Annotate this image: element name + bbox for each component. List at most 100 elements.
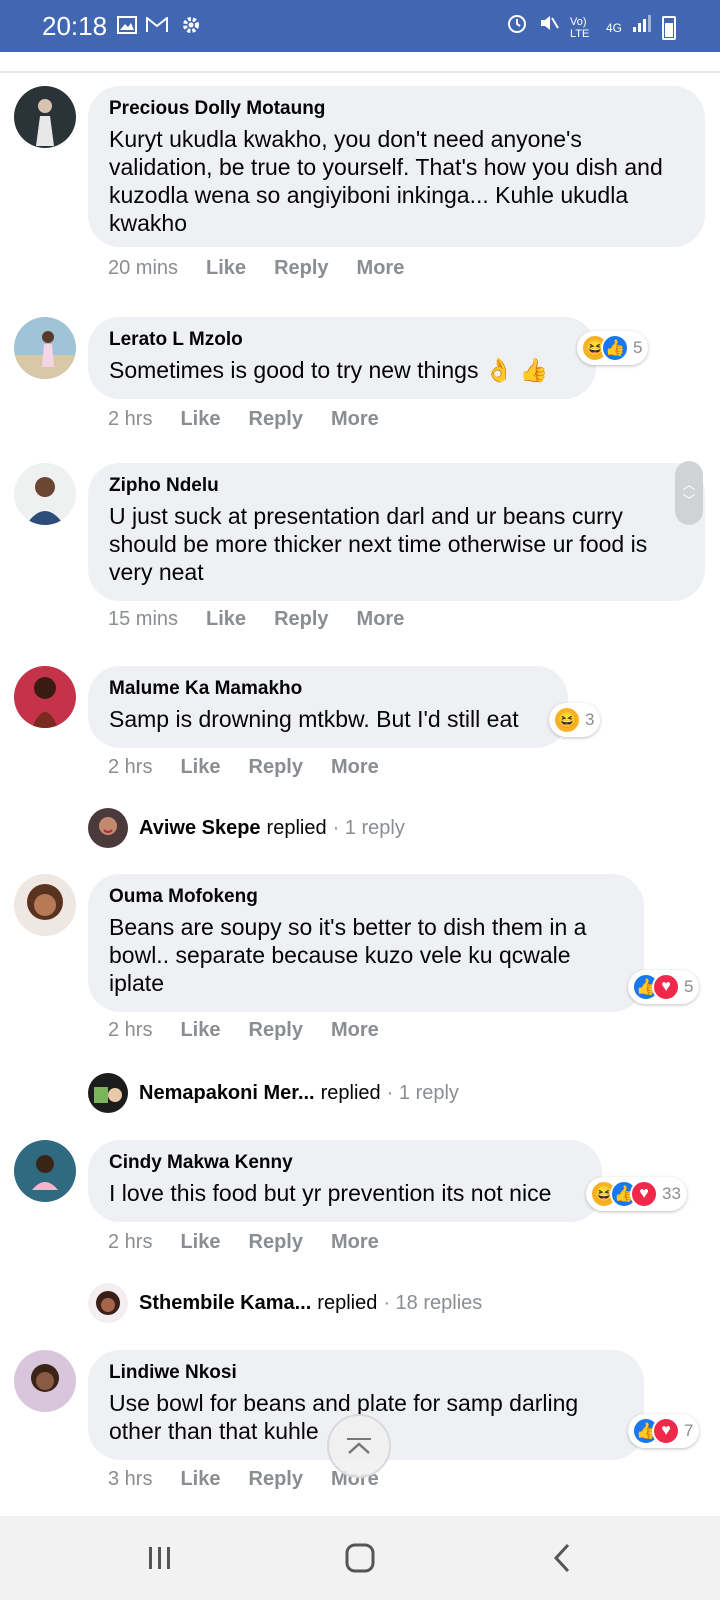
volte-icon: Vo) LTE (569, 15, 590, 40)
comment-author[interactable]: Zipho Ndelu (109, 474, 684, 498)
comment-bubble[interactable]: Ouma Mofokeng Beans are soupy so it's be… (88, 874, 644, 1012)
love-reaction-icon: ♥ (630, 1180, 658, 1208)
comment-author[interactable]: Malume Ka Mamakho (109, 677, 547, 701)
avatar[interactable] (14, 874, 76, 936)
reply-count[interactable]: · 1 reply (333, 817, 405, 840)
avatar[interactable] (14, 1140, 76, 1202)
replier-name[interactable]: Aviwe Skepe (139, 817, 261, 840)
comment-author[interactable]: Precious Dolly Motaung (109, 97, 684, 121)
reaction-summary[interactable]: 😆 👍 ♥ 33 (586, 1177, 687, 1211)
4g-icon: 4G (605, 20, 622, 35)
comment-time[interactable]: 3 hrs (108, 1468, 152, 1491)
like-button[interactable]: Like (180, 1019, 220, 1042)
replied-label: replied (266, 816, 327, 839)
reaction-summary[interactable]: 👍 ♥ 7 (628, 1414, 700, 1448)
like-button[interactable]: Like (206, 608, 246, 631)
comment-bubble[interactable]: Cindy Makwa Kenny I love this food but y… (88, 1140, 602, 1222)
reaction-count: 5 (633, 338, 643, 357)
love-reaction-icon: ♥ (652, 973, 680, 1001)
avatar[interactable] (14, 666, 76, 728)
comment-author[interactable]: Cindy Makwa Kenny (109, 1151, 581, 1175)
comment-time[interactable]: 2 hrs (108, 408, 152, 431)
replied-label: replied (320, 1081, 381, 1104)
comment-bubble[interactable]: Zipho Ndelu U just suck at presentation … (88, 463, 705, 601)
more-button[interactable]: More (331, 1019, 379, 1042)
like-button[interactable]: Like (180, 756, 220, 779)
reaction-summary[interactable]: 😆 3 (549, 703, 601, 737)
reply-button[interactable]: Reply (274, 608, 328, 631)
avatar (88, 1073, 128, 1113)
like-button[interactable]: Like (180, 408, 220, 431)
status-icons: Vo) LTE 4G (506, 12, 676, 43)
reply-button[interactable]: Reply (249, 1019, 303, 1042)
comment-author[interactable]: Ouma Mofokeng (109, 885, 623, 909)
scroll-to-top-button[interactable] (327, 1414, 391, 1478)
replies-link[interactable]: Nemapakoni Mer... replied · 1 reply (88, 1073, 459, 1113)
comment-author[interactable]: Lindiwe Nkosi (109, 1361, 623, 1385)
reaction-count: 7 (684, 1421, 694, 1440)
chevron-up-icon: ︿ (682, 477, 696, 492)
reaction-summary[interactable]: 👍 ♥ 5 (628, 970, 700, 1004)
more-button[interactable]: More (357, 608, 405, 631)
reply-button[interactable]: Reply (274, 257, 328, 280)
comment-time[interactable]: 2 hrs (108, 1019, 152, 1042)
avatar (88, 808, 128, 848)
gmail-icon (146, 14, 168, 36)
chevron-up-icon (347, 1438, 371, 1454)
alarm-icon (506, 12, 528, 43)
more-button[interactable]: More (331, 408, 379, 431)
comment-author[interactable]: Lerato L Mzolo (109, 328, 575, 352)
comment-bubble[interactable]: Precious Dolly Motaung Kuryt ukudla kwak… (88, 86, 705, 247)
reply-button[interactable]: Reply (249, 756, 303, 779)
like-button[interactable]: Like (180, 1468, 220, 1491)
more-button[interactable]: More (357, 257, 405, 280)
reply-button[interactable]: Reply (249, 1231, 303, 1254)
android-nav-bar (0, 1516, 720, 1600)
comment-actions: 2 hrs Like Reply More (108, 1019, 407, 1042)
reply-button[interactable]: Reply (249, 408, 303, 431)
replies-link[interactable]: Sthembile Kama... replied · 18 replies (88, 1283, 482, 1323)
battery-icon (662, 15, 676, 40)
more-button[interactable]: More (331, 756, 379, 779)
mute-icon (538, 12, 560, 43)
comment-bubble[interactable]: Lerato L Mzolo Sometimes is good to try … (88, 317, 596, 399)
comment-text: U just suck at presentation darl and ur … (109, 503, 648, 585)
avatar (88, 1283, 128, 1323)
avatar[interactable] (14, 1350, 76, 1412)
like-button[interactable]: Like (206, 257, 246, 280)
comment-time[interactable]: 2 hrs (108, 1231, 152, 1254)
comment-bubble[interactable]: Malume Ka Mamakho Samp is drowning mtkbw… (88, 666, 568, 748)
comment-actions: 20 mins Like Reply More (108, 257, 432, 280)
reply-count[interactable]: · 1 reply (387, 1082, 459, 1105)
like-reaction-icon: 👍 (601, 334, 629, 362)
avatar[interactable] (14, 317, 76, 379)
reply-count[interactable]: · 18 replies (383, 1292, 482, 1315)
reaction-summary[interactable]: 😆 👍 5 (577, 331, 649, 365)
comment-time[interactable]: 15 mins (108, 608, 178, 631)
comment-time[interactable]: 2 hrs (108, 756, 152, 779)
scrollbar-handle[interactable]: ︿ ﹀ (675, 461, 703, 525)
home-icon[interactable] (344, 1540, 376, 1576)
reply-button[interactable]: Reply (249, 1468, 303, 1491)
more-button[interactable]: More (331, 1231, 379, 1254)
avatar[interactable] (14, 86, 76, 148)
back-icon[interactable] (546, 1540, 578, 1576)
comment-text: Sometimes is good to try new things 👌 👍 (109, 357, 549, 383)
status-bar: 20:18 Vo) LTE 4G (0, 0, 720, 52)
reaction-count: 5 (684, 977, 694, 996)
comment-actions: 2 hrs Like Reply More (108, 408, 407, 431)
comment-time[interactable]: 20 mins (108, 257, 178, 280)
status-time: 20:18 (42, 11, 108, 41)
replier-name[interactable]: Nemapakoni Mer... (139, 1082, 315, 1105)
replier-name[interactable]: Sthembile Kama... (139, 1292, 311, 1315)
avatar[interactable] (14, 463, 76, 525)
recent-apps-icon[interactable] (144, 1540, 176, 1576)
divider (0, 71, 720, 73)
haha-reaction-icon: 😆 (553, 706, 581, 734)
like-button[interactable]: Like (180, 1231, 220, 1254)
comment-text: Beans are soupy so it's better to dish t… (109, 914, 587, 996)
gear-icon (180, 14, 202, 36)
comment-text: Kuryt ukudla kwakho, you don't need anyo… (109, 126, 663, 236)
replies-link[interactable]: Aviwe Skepe replied · 1 reply (88, 808, 405, 848)
signal-icon (632, 13, 652, 42)
